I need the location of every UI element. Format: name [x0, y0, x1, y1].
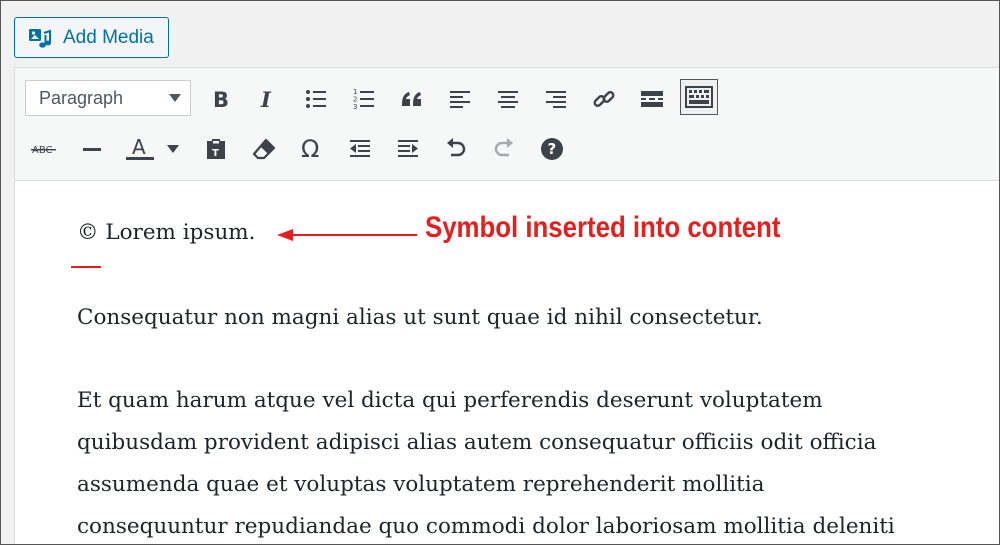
editor-toolbar: Paragraph B I 1 2 3 ABC A T Ω ? [15, 68, 999, 181]
keyboard-shortcuts-button[interactable]: ? [535, 132, 569, 166]
chevron-down-icon [167, 145, 179, 153]
keyboard-icon [685, 86, 713, 108]
help-icon: ? [541, 138, 563, 160]
svg-text:I: I [260, 88, 272, 110]
paragraph-3-line: assumenda quae et voluptas voluptatem re… [77, 472, 765, 497]
annotation-label: Symbol inserted into content [425, 211, 781, 244]
svg-text:B: B [213, 88, 229, 110]
link-icon [593, 91, 615, 107]
indent-icon [398, 140, 418, 157]
copyright-symbol: © [71, 212, 101, 268]
numbered-list-icon: 1 2 3 [353, 88, 374, 111]
horizontal-line-icon [83, 148, 101, 151]
italic-icon: I [260, 88, 272, 110]
text-color-dropdown[interactable] [160, 132, 186, 166]
paragraph-3-line: quibusdam provident adipisci alias autem… [77, 430, 877, 455]
screenshot-frame: Add Media Paragraph B I 1 2 3 ABC A T Ω … [0, 0, 1000, 545]
bold-button[interactable]: B [203, 82, 237, 116]
text-color-button[interactable]: A [123, 132, 157, 166]
outdent-icon [350, 140, 370, 157]
read-more-icon [641, 91, 663, 107]
align-center-icon [498, 91, 518, 108]
clear-formatting-button[interactable] [247, 132, 281, 166]
numbered-list-button[interactable]: 1 2 3 [347, 82, 381, 116]
read-more-button[interactable] [635, 82, 669, 116]
undo-icon [447, 138, 466, 157]
content-paragraph-2: Consequatur non magni alias ut sunt quae… [77, 305, 763, 330]
format-select-value: Paragraph [39, 87, 124, 108]
outdent-button[interactable] [343, 132, 377, 166]
svg-text:A: A [132, 136, 146, 159]
symbol-underline [71, 266, 101, 268]
svg-text:ABC: ABC [32, 145, 53, 156]
bulleted-list-button[interactable] [299, 82, 333, 116]
horizontal-line-button[interactable] [75, 132, 109, 166]
svg-text:?: ? [548, 140, 557, 158]
add-media-button[interactable]: Add Media [14, 17, 169, 58]
text-color-icon: A [126, 136, 154, 160]
svg-text:3: 3 [353, 103, 357, 111]
add-media-icon [28, 27, 52, 49]
add-media-label: Add Media [63, 26, 154, 48]
align-right-button[interactable] [539, 82, 573, 116]
clipboard-icon: T [207, 139, 225, 159]
align-left-icon [450, 91, 470, 108]
align-right-icon [546, 91, 566, 108]
omega-icon: Ω [301, 136, 319, 162]
bold-icon: B [213, 88, 229, 110]
indent-button[interactable] [391, 132, 425, 166]
italic-button[interactable]: I [250, 82, 284, 116]
strikethrough-button[interactable]: ABC [27, 132, 61, 166]
line1-text: Lorem ipsum. [98, 220, 256, 245]
copyright-symbol-text: © [77, 220, 99, 245]
chevron-down-icon [169, 94, 181, 102]
annotation-arrow [277, 229, 417, 241]
toolbar-toggle-button[interactable] [680, 79, 718, 115]
editor: Paragraph B I 1 2 3 ABC A T Ω ? © Lorem … [14, 67, 999, 544]
svg-text:Ω: Ω [301, 136, 319, 162]
blockquote-icon [402, 92, 421, 106]
insert-link-button[interactable] [587, 82, 621, 116]
align-center-button[interactable] [491, 82, 525, 116]
paragraph-3-line: Et quam harum atque vel dicta qui perfer… [77, 388, 823, 413]
special-character-button[interactable]: Ω [295, 132, 329, 166]
svg-text:T: T [212, 148, 219, 159]
strikethrough-icon: ABC [31, 145, 56, 156]
paragraph-3-line: consequuntur repudiandae quo commodi dol… [77, 514, 895, 539]
eraser-icon [252, 138, 276, 160]
editor-content[interactable]: © Lorem ipsum. Symbol inserted into cont… [15, 181, 999, 544]
paste-as-text-button[interactable]: T [199, 132, 233, 166]
redo-button[interactable] [487, 132, 521, 166]
align-left-button[interactable] [443, 82, 477, 116]
bulleted-list-icon [306, 90, 326, 108]
blockquote-button[interactable] [395, 82, 429, 116]
format-select[interactable]: Paragraph [25, 80, 191, 116]
redo-icon [494, 138, 513, 157]
undo-button[interactable] [439, 132, 473, 166]
